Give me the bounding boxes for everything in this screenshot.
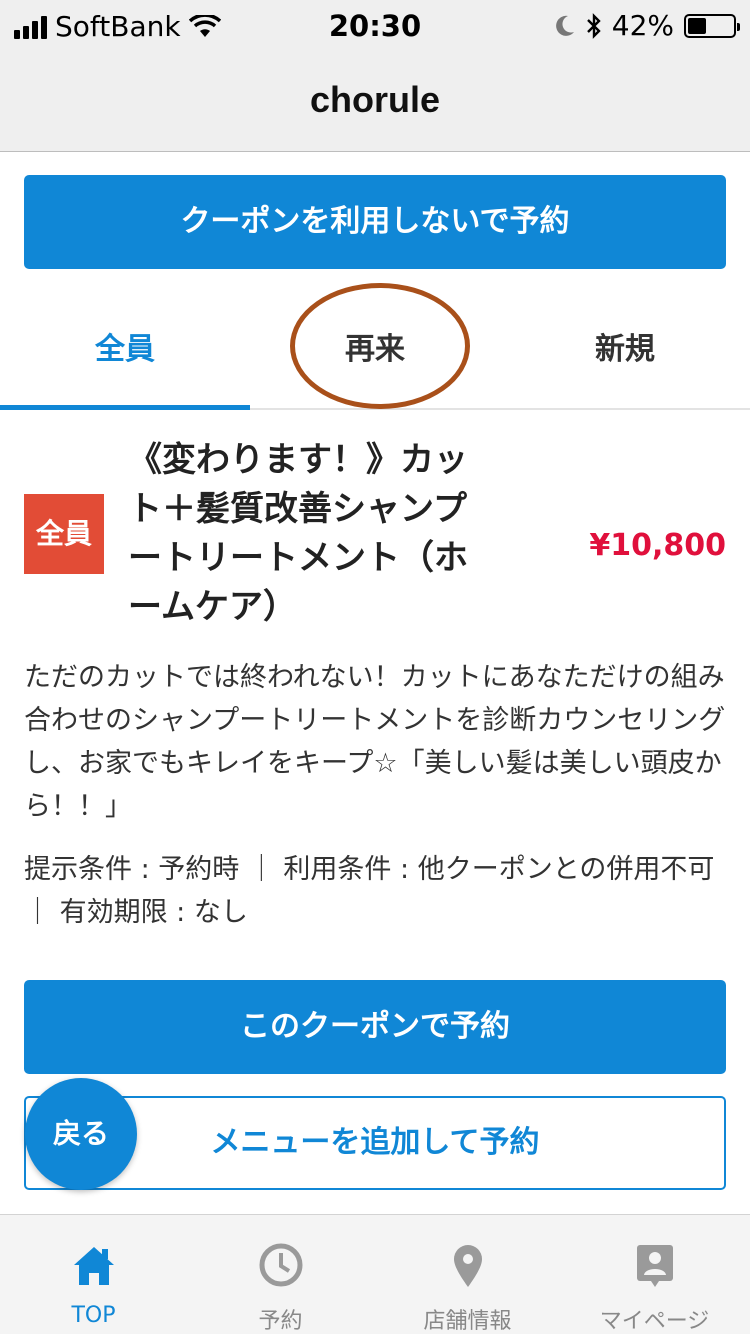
- moon-icon: [555, 15, 574, 36]
- bluetooth-icon: [586, 12, 601, 39]
- tabbar-label-reservation: 予約: [258, 1309, 303, 1334]
- coupon-price: ¥10,800: [589, 528, 726, 563]
- coupon-title: 《変わります！》カット＋髪質改善シャンプートリートメント（ホームケア）: [128, 440, 468, 627]
- status-right: 42%: [554, 9, 740, 42]
- tabbar-item-mypage[interactable]: マイページ: [561, 1215, 748, 1334]
- tab-all[interactable]: 全員: [0, 300, 250, 410]
- tab-new[interactable]: 新規: [500, 300, 750, 410]
- tabbar-item-top[interactable]: TOP: [0, 1215, 187, 1334]
- reserve-without-coupon-button[interactable]: クーポンを利用しないで予約: [24, 175, 726, 269]
- coupon-conditions: 提示条件 : 予約時 ｜ 利用条件 : 他クーポンとの併用不可 ｜ 有効期限 :…: [24, 854, 715, 928]
- tabbar-label-mypage: マイページ: [599, 1309, 710, 1334]
- bottom-tab-bar: TOP 予約 店舗情報 マイページ: [0, 1214, 750, 1334]
- map-pin-icon: [453, 1245, 482, 1287]
- user-card-icon: [636, 1245, 673, 1287]
- tabbar-item-reservation[interactable]: 予約: [187, 1215, 374, 1334]
- tabbar-label-store-info: 店舗情報: [423, 1309, 512, 1334]
- reserve-with-coupon-button[interactable]: このクーポンで予約: [24, 980, 726, 1074]
- tabbar-item-store-info[interactable]: 店舗情報: [374, 1215, 561, 1334]
- battery-icon: [684, 13, 740, 38]
- target-badge: 全員: [24, 494, 104, 574]
- back-button[interactable]: 戻る: [25, 1078, 137, 1190]
- page-title: chorule: [0, 52, 750, 152]
- status-bar: SoftBank 20:30 42%: [0, 0, 750, 52]
- annotation-circle: [290, 283, 470, 409]
- clock-icon: [259, 1243, 302, 1287]
- home-icon: [73, 1247, 114, 1285]
- coupon-description: ただのカットでは終われない！カットにあなただけの組み合わせのシャンプートリートメ…: [24, 662, 726, 822]
- tabbar-label-top: TOP: [71, 1303, 116, 1328]
- battery-percent: 42%: [611, 9, 674, 42]
